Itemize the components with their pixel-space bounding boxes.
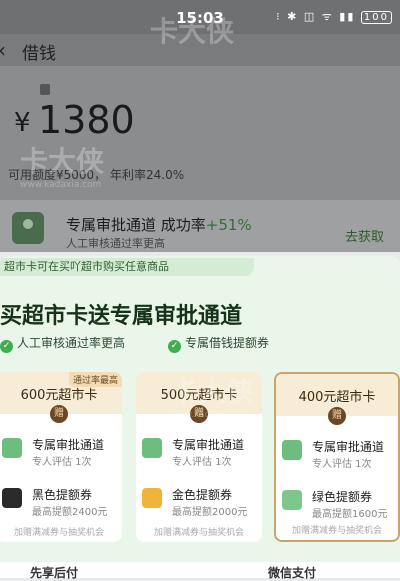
row-title: 专属审批通道: [312, 440, 385, 454]
benefit-label: 人工审核通过率更高: [17, 336, 126, 350]
promo-popup: 超市卡可在买吖超市购买任意商品 买超市卡送专属审批通道 ✓ 人工审核通过率更高 ✓…: [0, 256, 400, 578]
check-icon: ✓: [0, 340, 13, 353]
card-title: 专属审批通道 成功率+51%: [66, 214, 252, 235]
currency-symbol: ¥: [14, 108, 31, 138]
benefit-item: ✓ 专属借钱提额券: [168, 334, 269, 353]
option-card-400[interactable]: 400元超市卡 赠 专属审批通道 专人评估 1次 绿色提额券 最高提额1600元…: [274, 372, 400, 542]
success-rate: +51%: [205, 216, 252, 234]
row-subtitle: 专人评估 1次: [172, 457, 232, 468]
benefit-item: ✓ 人工审核通过率更高: [0, 334, 125, 353]
row-subtitle: 最高提额2000元: [172, 507, 248, 518]
wechat-pay-option[interactable]: 微信支付: [268, 564, 316, 581]
option-card-500[interactable]: 500元超市卡 赠 专属审批通道 专人评估 1次 金色提额券 最高提额2000元…: [136, 372, 262, 542]
gift-badge: 赠: [328, 407, 346, 425]
option-footer: 加赠满减券与抽奖机会: [291, 526, 382, 536]
highest-rate-tag: 通过率最高: [68, 372, 122, 387]
check-icon: ✓: [168, 340, 181, 353]
payment-options: 先享后付 微信支付: [0, 562, 400, 581]
gift-badge: 赠: [50, 405, 68, 423]
nav-bar: ‹ 借钱: [0, 34, 400, 66]
card-title-text: 专属审批通道 成功率: [66, 216, 206, 234]
row-title: 金色提额券: [172, 488, 233, 502]
row-title: 黑色提额券: [32, 488, 93, 502]
coupon-icon: [142, 488, 162, 508]
option-footer: 加赠满减券与抽奖机会: [153, 528, 244, 538]
approval-icon: [2, 438, 22, 458]
gift-badge: 赠: [190, 405, 208, 423]
amount-value: 1380: [38, 98, 135, 142]
doc-icon: [40, 84, 50, 95]
signal-icons: ⁝ ✱ ◫ ᯤ ▮▮: [276, 10, 356, 23]
page-title: 借钱: [22, 44, 56, 64]
option-footer: 加赠满减券与抽奖机会: [13, 528, 104, 538]
battery-icon: 100: [360, 11, 392, 24]
status-icons: ⁝ ✱ ◫ ᯤ ▮▮ 100: [276, 9, 392, 24]
option-card-600[interactable]: 600元超市卡 通过率最高 赠 专属审批通道 专人评估 1次 黑色提额券 最高提…: [0, 372, 122, 542]
coupon-icon: [2, 488, 22, 508]
coupon-icon: [282, 490, 302, 510]
back-arrow-icon[interactable]: ‹: [0, 38, 6, 62]
row-subtitle: 专人评估 1次: [312, 459, 372, 470]
option-name: 400元超市卡: [298, 390, 376, 405]
popup-note: 超市卡可在买吖超市购买任意商品: [0, 258, 254, 276]
approval-icon: [142, 438, 162, 458]
card-subtitle: 人工审核通过率更高: [66, 237, 165, 250]
row-subtitle: 专人评估 1次: [32, 457, 92, 468]
row-title: 专属审批通道: [172, 438, 245, 452]
get-channel-link[interactable]: 去获取: [345, 226, 384, 245]
row-title: 绿色提额券: [312, 490, 373, 504]
row-subtitle: 最高提额1600元: [312, 509, 388, 520]
status-bar: 15:03 ⁝ ✱ ◫ ᯤ ▮▮ 100: [0, 0, 400, 34]
approval-channel-icon: [12, 212, 44, 244]
popup-title: 买超市卡送专属审批通道: [0, 304, 243, 329]
row-subtitle: 最高提额2400元: [32, 507, 108, 518]
benefit-label: 专属借钱提额券: [185, 336, 270, 350]
pay-later-option[interactable]: 先享后付: [30, 564, 78, 581]
approval-icon: [282, 440, 302, 460]
credit-info: 可用额度¥5000， 年利率24.0%: [8, 168, 185, 182]
row-title: 专属审批通道: [32, 438, 105, 452]
option-name: 500元超市卡: [160, 388, 238, 403]
